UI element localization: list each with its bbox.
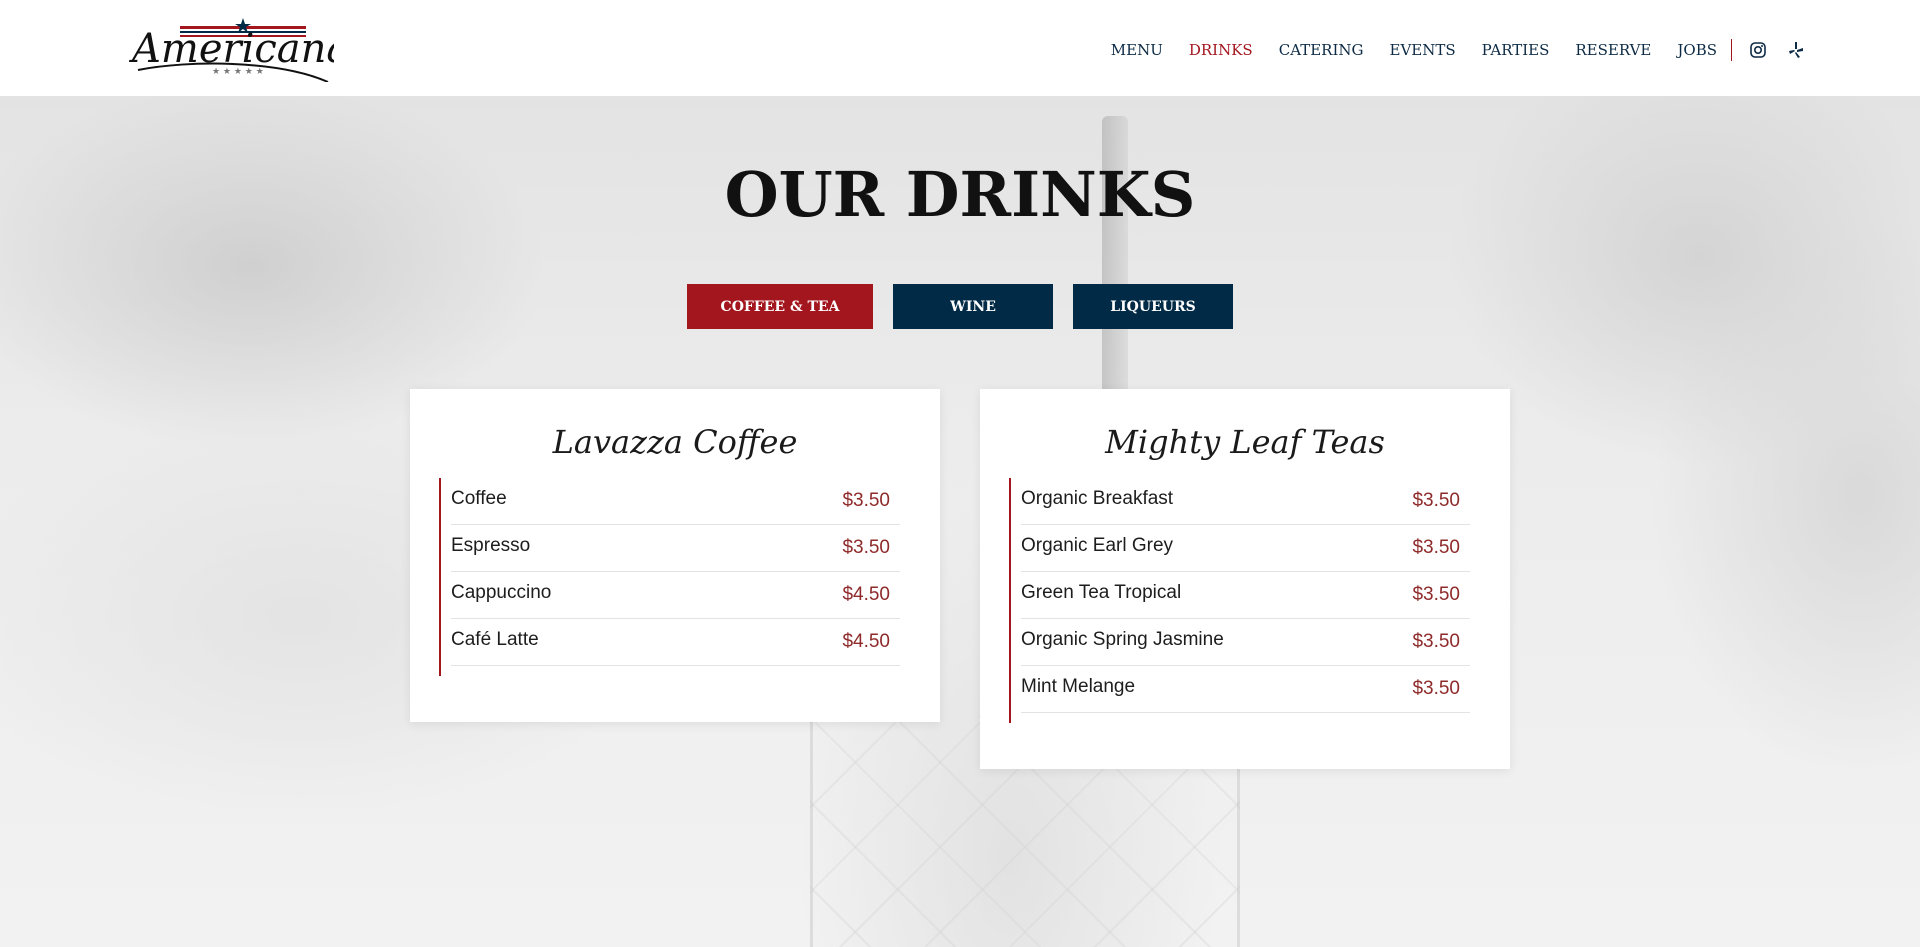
menu-item-list: Organic Breakfast $3.50 Organic Earl Gre… [1009,478,1470,723]
drink-category-tabs: COFFEE & TEA WINE LIQUEURS [687,284,1233,329]
menu-item: Espresso $3.50 [451,525,900,572]
card-title: Lavazza Coffee [552,423,798,461]
menu-item-name: Mint Melange [1021,676,1136,697]
page-title: OUR DRINKS [724,158,1196,231]
menu-item-price: $3.50 [1412,537,1460,558]
menu-item-name: Green Tea Tropical [1021,582,1182,603]
menu-item: Café Latte $4.50 [451,619,900,666]
menu-item: Coffee $3.50 [451,478,900,525]
site-header: Americana ★ ★ ★ ★ ★ MENU DRINKS CATERING… [0,0,1920,96]
nav-divider [1731,39,1732,61]
menu-item-price: $3.50 [1412,678,1460,699]
menu-item-name: Organic Earl Grey [1021,535,1174,556]
menu-item: Green Tea Tropical $3.50 [1021,572,1470,619]
main-nav: MENU DRINKS CATERING EVENTS PARTIES RESE… [1085,0,1808,100]
nav-reserve[interactable]: RESERVE [1575,41,1651,59]
menu-item-price: $3.50 [842,490,890,511]
menu-item-price: $3.50 [1412,631,1460,652]
menu-item: Mint Melange $3.50 [1021,666,1470,713]
nav-drinks[interactable]: DRINKS [1189,41,1253,59]
nav-events[interactable]: EVENTS [1390,41,1456,59]
tab-coffee-tea[interactable]: COFFEE & TEA [687,284,873,329]
nav-parties[interactable]: PARTIES [1482,41,1550,59]
tab-liqueurs[interactable]: LIQUEURS [1073,284,1233,329]
menu-item-price: $4.50 [842,584,890,605]
nav-catering[interactable]: CATERING [1279,41,1364,59]
menu-item-list: Coffee $3.50 Espresso $3.50 Cappuccino $… [439,478,900,676]
site-logo[interactable]: Americana ★ ★ ★ ★ ★ [128,12,334,82]
instagram-icon[interactable] [1746,38,1770,62]
menu-item-name: Organic Breakfast [1021,488,1174,509]
menu-item: Organic Earl Grey $3.50 [1021,525,1470,572]
menu-card-mighty-leaf-teas: Mighty Leaf Teas Organic Breakfast $3.50… [980,389,1510,769]
menu-item: Cappuccino $4.50 [451,572,900,619]
menu-card-lavazza-coffee: Lavazza Coffee Coffee $3.50 Espresso $3.… [410,389,940,722]
nav-jobs[interactable]: JOBS [1677,41,1717,59]
tab-wine[interactable]: WINE [893,284,1053,329]
menu-item-name: Coffee [451,488,507,509]
menu-item-name: Espresso [451,535,531,556]
menu-item: Organic Breakfast $3.50 [1021,478,1470,525]
logo-mark: Americana ★ ★ ★ ★ ★ [128,18,334,82]
menu-item-price: $3.50 [842,537,890,558]
menu-item-price: $4.50 [842,631,890,652]
svg-text:★ ★ ★ ★ ★: ★ ★ ★ ★ ★ [212,67,264,77]
menu-item-price: $3.50 [1412,490,1460,511]
svg-text:Americana: Americana [128,26,334,72]
yelp-icon[interactable] [1784,38,1808,62]
card-title: Mighty Leaf Teas [1105,423,1385,461]
menu-item-name: Cappuccino [451,582,552,603]
menu-item-name: Organic Spring Jasmine [1021,629,1224,650]
menu-item: Organic Spring Jasmine $3.50 [1021,619,1470,666]
menu-item-price: $3.50 [1412,584,1460,605]
menu-item-name: Café Latte [451,629,539,650]
nav-menu[interactable]: MENU [1111,41,1163,59]
